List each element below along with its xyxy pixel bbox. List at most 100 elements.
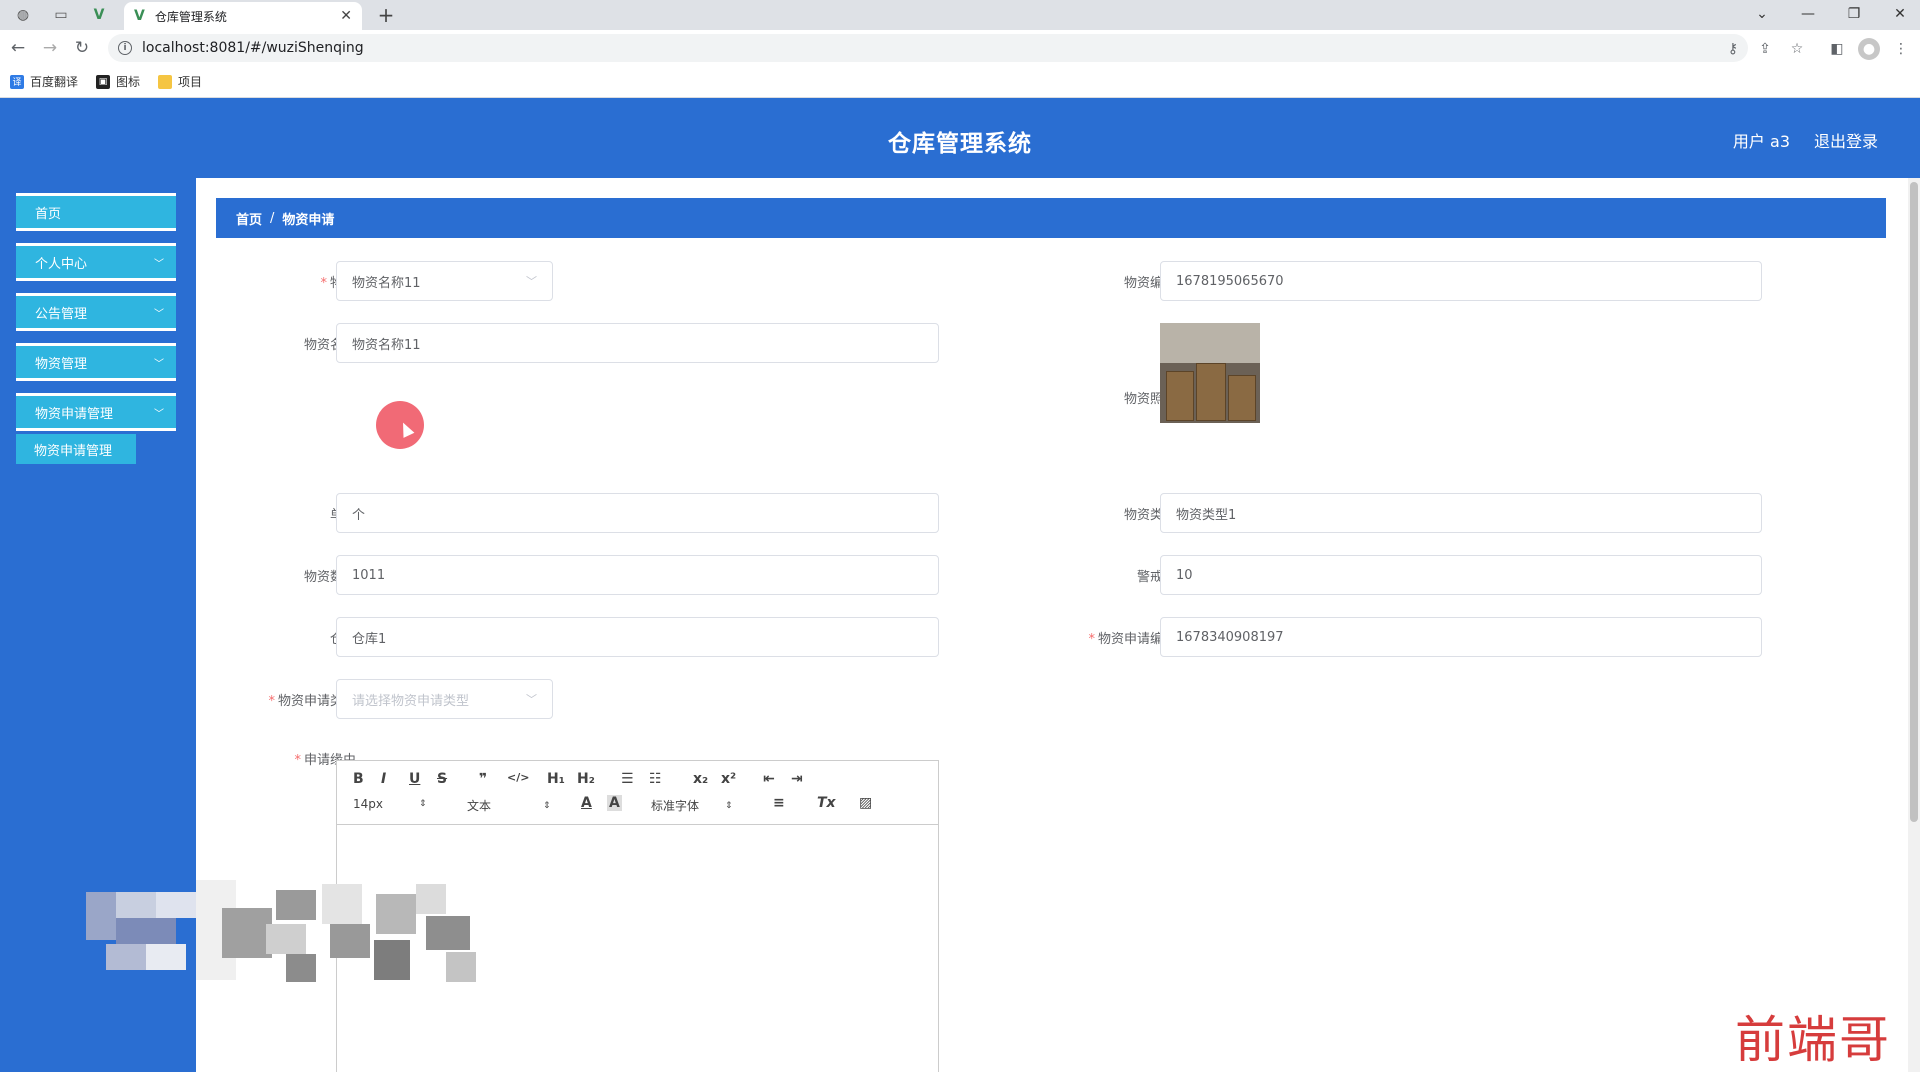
- material-name-field[interactable]: 物资名称11: [336, 323, 939, 363]
- breadcrumb-separator: /: [270, 210, 275, 226]
- wuzi-label: *物资: [320, 276, 356, 291]
- wuzi-select[interactable]: 物资名称11 ﹀: [336, 261, 553, 301]
- apply-type-select[interactable]: 请选择物资申请类型 ﹀: [336, 679, 553, 719]
- chevron-down-icon: ﹀: [154, 308, 164, 320]
- material-name-label: 物资名称: [303, 338, 356, 353]
- sidebar-item-personal-center[interactable]: 个人中心 ﹀: [16, 243, 176, 281]
- tab-search-icon[interactable]: ⌄: [1744, 3, 1780, 25]
- apply-type-label: * 物资申请类型: [268, 694, 356, 709]
- strikethrough-icon[interactable]: S: [437, 771, 447, 787]
- watermark: 前端哥: [1735, 1011, 1891, 1069]
- quantity-field[interactable]: 1011: [336, 555, 939, 595]
- material-photo-label: 物资照片: [1123, 392, 1176, 407]
- chevron-down-icon: ﹀: [526, 275, 537, 288]
- editor-toolbar: B I U S ❞ </> H₁ H₂ ☰ ☷ x₂ x² ⇤ ⇥ 14px ⇕ …: [337, 761, 938, 825]
- warehouse-label: 仓库: [196, 628, 356, 647]
- app-header: 仓库管理系统 用户 a3 退出登录: [0, 98, 1920, 178]
- page-scrollbar[interactable]: [1908, 178, 1920, 1072]
- close-window-button[interactable]: ✕: [1882, 3, 1918, 25]
- back-icon[interactable]: ←: [6, 36, 30, 60]
- ordered-list-icon[interactable]: ☰: [621, 771, 634, 787]
- breadcrumb-home[interactable]: 首页: [236, 209, 262, 228]
- code-block-icon[interactable]: </>: [507, 771, 529, 784]
- share-icon[interactable]: ⇪: [1754, 38, 1776, 60]
- translate-icon: 译: [10, 74, 24, 89]
- profile-avatar-icon[interactable]: ●: [1858, 38, 1880, 60]
- clear-format-icon[interactable]: Tx: [817, 795, 836, 811]
- tab-title: 仓库管理系统: [154, 9, 227, 24]
- chevron-down-icon: ﹀: [526, 693, 537, 706]
- bookmark-project[interactable]: 项目: [158, 73, 202, 90]
- heading1-icon[interactable]: H₁: [547, 771, 565, 787]
- blockquote-icon[interactable]: ❞: [479, 771, 487, 787]
- bookmark-baidu-translate[interactable]: 译 百度翻译: [10, 73, 78, 90]
- material-code-field[interactable]: 1678195065670: [1160, 261, 1762, 301]
- material-photo[interactable]: [1160, 323, 1260, 423]
- chevron-down-icon: ﹀: [154, 258, 164, 270]
- paragraph-select[interactable]: 文本 ⇕: [467, 797, 551, 814]
- restore-button[interactable]: ❐: [1836, 3, 1872, 25]
- apply-reason-label: * 申请缘由: [294, 753, 356, 768]
- vue-favicon-icon: V: [134, 8, 145, 24]
- omnibox[interactable]: i localhost:8081/#/wuziShenqing: [108, 34, 1748, 62]
- sidebar-item-material-management[interactable]: 物资管理 ﹀: [16, 343, 176, 381]
- reload-icon[interactable]: ↻: [70, 36, 94, 60]
- forward-icon[interactable]: →: [38, 36, 62, 60]
- apply-code-label: * 物资申请编号: [1088, 632, 1176, 647]
- site-info-icon[interactable]: i: [118, 41, 132, 55]
- warning-value-field[interactable]: 10: [1160, 555, 1762, 595]
- star-icon[interactable]: ☆: [1786, 38, 1808, 60]
- quantity-label: 物资数量: [303, 570, 356, 585]
- font-color-icon[interactable]: A: [581, 795, 592, 811]
- unit-label: 单位: [196, 504, 356, 523]
- superscript-icon[interactable]: x²: [721, 771, 736, 787]
- close-tab-icon[interactable]: ✕: [340, 8, 352, 24]
- heading2-icon[interactable]: H₂: [577, 771, 595, 787]
- material-code-label: 物资编号: [1123, 276, 1176, 291]
- underline-icon[interactable]: U: [409, 771, 420, 787]
- menu-kebab-icon[interactable]: ⋮: [1890, 38, 1912, 60]
- globe-icon[interactable]: ◍: [8, 4, 38, 26]
- bullet-list-icon[interactable]: ☷: [649, 771, 662, 787]
- sidebar-subitem-material-apply-management[interactable]: 物资申请管理: [16, 434, 136, 464]
- address-bar-row: ← → ↻ i localhost:8081/#/wuziShenqing ⚷ …: [0, 30, 1920, 66]
- photo-wall: [1160, 323, 1260, 363]
- breadcrumb-current: 物资申请: [282, 212, 335, 228]
- folder-icon: [158, 74, 173, 89]
- mosaic-blur-overlay: [86, 880, 476, 990]
- chevron-down-icon: ﹀: [154, 408, 164, 420]
- indent-icon[interactable]: ⇥: [791, 771, 803, 787]
- photo-box: [1228, 375, 1256, 421]
- browser-tab-strip: ◍ ▭ V V 仓库管理系统 ✕ + ⌄ — ❐ ✕: [0, 0, 1920, 30]
- unit-field[interactable]: 个: [336, 493, 939, 533]
- warehouse-field[interactable]: 仓库1: [336, 617, 939, 657]
- logout-link[interactable]: 退出登录: [1814, 128, 1878, 152]
- italic-icon[interactable]: I: [381, 771, 386, 787]
- image-icon: ▣: [96, 74, 111, 89]
- sidebar-item-home[interactable]: 首页: [16, 193, 176, 231]
- new-tab-button[interactable]: +: [374, 3, 398, 27]
- align-icon[interactable]: ≡: [773, 795, 785, 811]
- bookmark-icons[interactable]: ▣ 图标: [96, 73, 140, 90]
- material-type-field[interactable]: 物资类型1: [1160, 493, 1762, 533]
- font-family-select[interactable]: 标准字体 ⇕: [651, 797, 733, 814]
- vue-tab-icon[interactable]: V: [84, 4, 114, 26]
- material-type-label: 物资类型: [1123, 508, 1176, 523]
- sidebar-item-notice-management[interactable]: 公告管理 ﹀: [16, 293, 176, 331]
- insert-image-icon[interactable]: ▨: [859, 795, 872, 811]
- app-title: 仓库管理系统: [888, 131, 1032, 157]
- blank-tab-icon[interactable]: ▭: [46, 4, 76, 26]
- active-tab[interactable]: V 仓库管理系统 ✕: [124, 2, 362, 30]
- font-size-select[interactable]: 14px ⇕: [353, 797, 427, 811]
- warning-value-label: 警戒值: [1136, 570, 1176, 585]
- outdent-icon[interactable]: ⇤: [763, 771, 775, 787]
- apply-code-field[interactable]: 1678340908197: [1160, 617, 1762, 657]
- background-color-icon[interactable]: A: [607, 795, 622, 811]
- bold-icon[interactable]: B: [353, 771, 364, 787]
- minimize-button[interactable]: —: [1790, 3, 1826, 25]
- sidebar-item-material-apply-management[interactable]: 物资申请管理 ﹀: [16, 393, 176, 431]
- key-icon[interactable]: ⚷: [1722, 38, 1744, 60]
- subscript-icon[interactable]: x₂: [693, 771, 708, 787]
- scrollbar-thumb[interactable]: [1910, 182, 1918, 822]
- side-panel-icon[interactable]: ◧: [1826, 38, 1848, 60]
